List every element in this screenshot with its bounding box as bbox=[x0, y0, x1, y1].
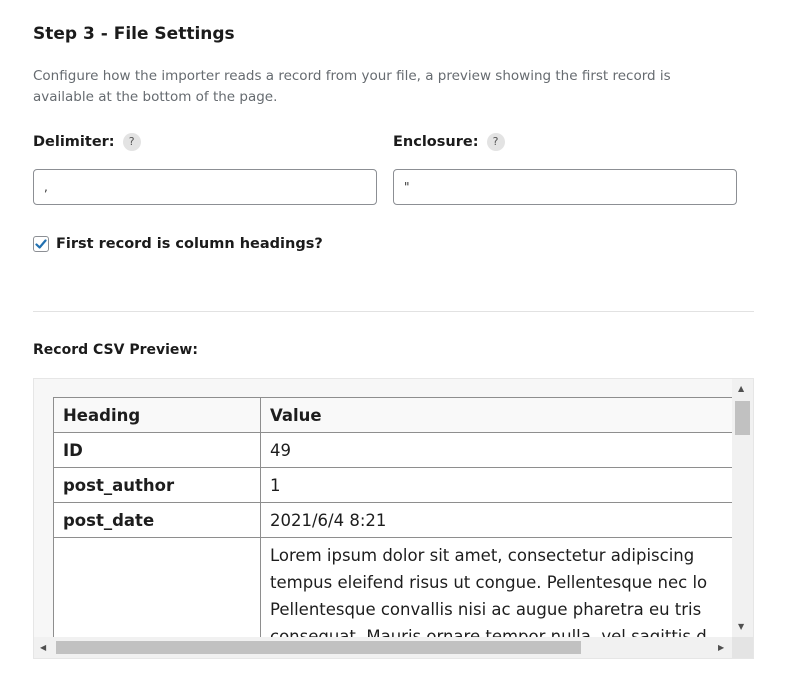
vertical-scroll-thumb[interactable] bbox=[735, 401, 750, 435]
value-line: tempus eleifend risus ut congue. Pellent… bbox=[270, 573, 708, 592]
column-header-value: Value bbox=[260, 397, 733, 433]
first-record-label: First record is column headings? bbox=[56, 236, 323, 252]
row-heading: post_date bbox=[53, 502, 261, 538]
table-row: Lorem ipsum dolor sit amet, consectetur … bbox=[53, 537, 733, 637]
table-row: post_date 2021/6/4 8:21 bbox=[53, 502, 733, 538]
first-record-option[interactable]: First record is column headings? bbox=[33, 236, 323, 252]
preview-container: Heading Value ID 49 post_author 1 post_d… bbox=[33, 378, 754, 659]
enclosure-help-icon[interactable]: ? bbox=[486, 133, 505, 151]
preview-label: Record CSV Preview: bbox=[33, 342, 198, 358]
scroll-down-arrow-icon[interactable]: ▼ bbox=[738, 622, 744, 632]
scroll-up-arrow-icon[interactable]: ▲ bbox=[738, 384, 744, 394]
delimiter-help-icon[interactable]: ? bbox=[122, 133, 141, 151]
table-header-row: Heading Value bbox=[53, 397, 733, 433]
value-line: Lorem ipsum dolor sit amet, consectetur … bbox=[270, 546, 695, 565]
first-record-checkbox[interactable] bbox=[33, 236, 49, 252]
step-title: Step 3 - File Settings bbox=[33, 24, 235, 44]
step-description: Configure how the importer reads a recor… bbox=[33, 68, 671, 105]
delimiter-label-group: Delimiter: ? bbox=[33, 133, 141, 151]
horizontal-scroll-thumb[interactable] bbox=[56, 641, 581, 654]
table-row: ID 49 bbox=[53, 432, 733, 468]
table-row: post_author 1 bbox=[53, 467, 733, 503]
horizontal-scrollbar[interactable]: ◀ ▶ bbox=[34, 637, 733, 658]
row-value: 2021/6/4 8:21 bbox=[260, 502, 733, 538]
checkmark-icon bbox=[35, 239, 47, 249]
delimiter-label: Delimiter: bbox=[33, 134, 115, 150]
row-heading: post_author bbox=[53, 467, 261, 503]
row-value: 49 bbox=[260, 432, 733, 468]
row-value-long: Lorem ipsum dolor sit amet, consectetur … bbox=[260, 537, 733, 637]
row-heading bbox=[53, 537, 261, 637]
preview-viewport: Heading Value ID 49 post_author 1 post_d… bbox=[34, 379, 733, 637]
enclosure-label-group: Enclosure: ? bbox=[393, 133, 505, 151]
enclosure-label: Enclosure: bbox=[393, 134, 479, 150]
row-heading: ID bbox=[53, 432, 261, 468]
value-line: Pellentesque convallis nisi ac augue pha… bbox=[270, 600, 702, 619]
delimiter-input[interactable] bbox=[33, 169, 377, 205]
column-header-heading: Heading bbox=[53, 397, 261, 433]
section-divider bbox=[33, 311, 754, 312]
scrollbar-corner bbox=[732, 637, 753, 658]
scroll-left-arrow-icon[interactable]: ◀ bbox=[40, 643, 46, 653]
preview-table: Heading Value ID 49 post_author 1 post_d… bbox=[53, 397, 733, 637]
vertical-scrollbar[interactable]: ▲ ▼ bbox=[732, 379, 753, 637]
row-value: 1 bbox=[260, 467, 733, 503]
enclosure-input[interactable] bbox=[393, 169, 737, 205]
value-line: consequat. Mauris ornare tempor nulla, v… bbox=[270, 627, 707, 637]
scroll-right-arrow-icon[interactable]: ▶ bbox=[718, 643, 724, 653]
